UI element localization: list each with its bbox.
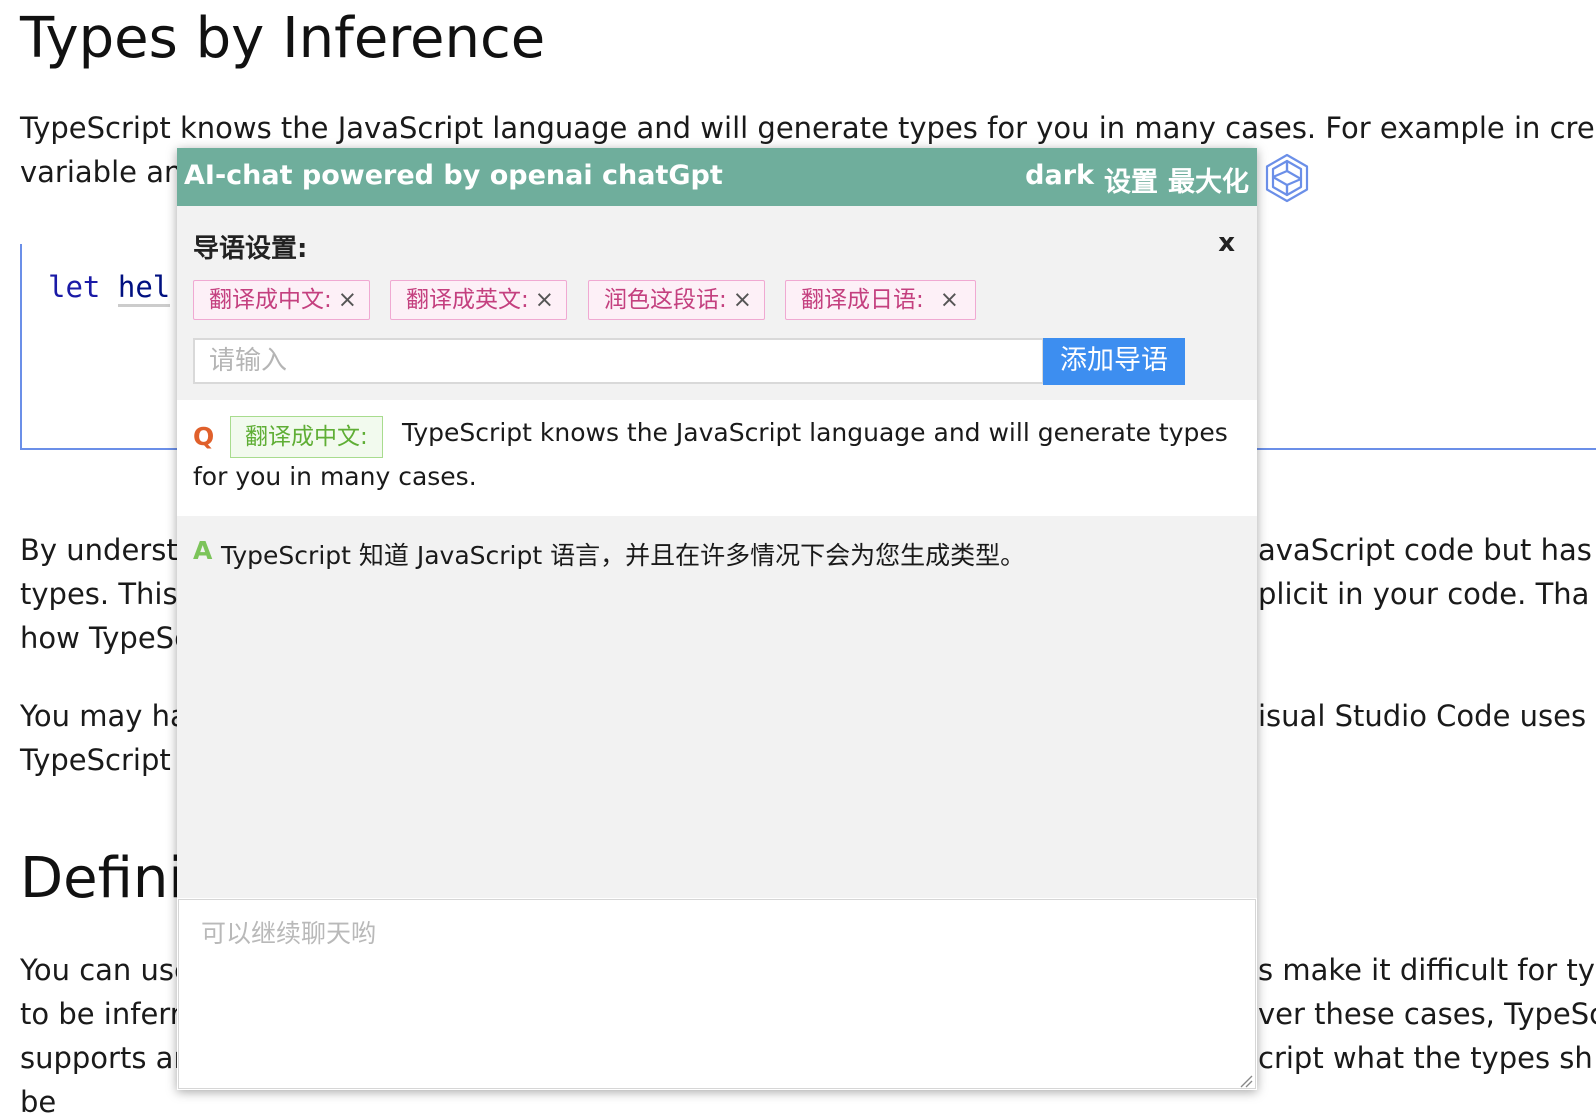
prompt-tag-label: 润色这段话:: [604, 287, 727, 313]
prompt-input[interactable]: [193, 338, 1044, 384]
chat-message-input[interactable]: [178, 899, 1256, 1089]
doc-paragraph-line: isual Studio Code uses: [1258, 699, 1587, 733]
answer-marker: A: [193, 536, 213, 565]
page-title: Types by Inference: [20, 6, 546, 71]
prompt-settings-close-button[interactable]: x: [1218, 228, 1235, 258]
doc-paragraph-line: variable and: [20, 155, 201, 189]
prompt-settings-title: 导语设置:: [193, 234, 308, 264]
page: Types by Inference TypeScript knows the …: [0, 0, 1596, 1120]
doc-paragraph-line: avaScript code but has: [1258, 533, 1592, 567]
question-marker: Q: [193, 422, 215, 451]
prompt-tag[interactable]: 翻译成日语: ×: [785, 280, 977, 320]
doc-paragraph-line: You may ha: [20, 699, 188, 733]
prompt-tag[interactable]: 翻译成中文: ×: [193, 280, 371, 320]
dark-mode-button[interactable]: dark: [1025, 160, 1094, 199]
code-identifier[interactable]: hel: [117, 270, 171, 307]
question-prompt-tag: 翻译成中文:: [230, 416, 383, 458]
maximize-button[interactable]: 最大化: [1168, 160, 1249, 199]
tag-close-icon[interactable]: ×: [733, 287, 752, 313]
chat-title: AI-chat powered by openai chatGpt: [184, 160, 723, 191]
doc-paragraph-line: types. This c: [20, 577, 203, 611]
prompt-tag[interactable]: 翻译成英文: ×: [390, 280, 568, 320]
answer-message: A TypeScript 知道 JavaScript 语言，并且在许多情况下会为…: [177, 516, 1257, 898]
question-message: Q 翻译成中文: TypeScript knows the JavaScript…: [177, 400, 1257, 516]
doc-paragraph-line: TypeScript u: [20, 743, 199, 777]
prompt-tag-label: 翻译成英文:: [406, 287, 529, 313]
doc-paragraph-line: be: [20, 1085, 57, 1119]
doc-paragraph-line: how TypeSc: [20, 621, 191, 655]
prompt-tag[interactable]: 润色这段话: ×: [588, 280, 766, 320]
doc-paragraph-line: You can use: [20, 953, 192, 987]
tag-close-icon[interactable]: ×: [535, 287, 554, 313]
doc-paragraph-line: to be inferr: [20, 997, 182, 1031]
code-line: let hel: [48, 270, 171, 307]
doc-paragraph-line: TypeScript knows the JavaScript language…: [20, 111, 1596, 145]
settings-button[interactable]: 设置: [1104, 160, 1158, 199]
tag-close-icon[interactable]: ×: [338, 287, 357, 313]
resize-grip-icon[interactable]: [1239, 1074, 1253, 1088]
code-keyword: let: [48, 270, 101, 304]
doc-paragraph-line: plicit in your code. Tha: [1258, 577, 1590, 611]
prompt-tag-label: 翻译成日语:: [801, 287, 924, 313]
ai-chat-panel: AI-chat powered by openai chatGpt dark 设…: [177, 148, 1257, 1090]
chat-header[interactable]: AI-chat powered by openai chatGpt dark 设…: [177, 148, 1257, 206]
doc-paragraph-line: supports ar: [20, 1041, 186, 1075]
question-text: for you in many cases.: [193, 462, 477, 491]
answer-text: TypeScript 知道 JavaScript 语言，并且在许多情况下会为您生…: [221, 541, 1026, 570]
prompt-tag-label: 翻译成中文:: [209, 287, 332, 313]
openai-logo-icon[interactable]: [1261, 152, 1313, 204]
tag-close-icon[interactable]: ×: [940, 287, 959, 313]
add-prompt-button[interactable]: 添加导语: [1043, 338, 1185, 385]
doc-paragraph-line: s make it difficult for ty: [1258, 953, 1595, 987]
doc-paragraph-line: By understa: [20, 533, 196, 567]
doc-paragraph-line: cript what the types sh: [1258, 1041, 1593, 1075]
doc-paragraph-line: ver these cases, TypeSc: [1258, 997, 1596, 1031]
question-text: TypeScript knows the JavaScript language…: [402, 418, 1228, 447]
header-actions: dark 设置 最大化: [1025, 160, 1249, 199]
